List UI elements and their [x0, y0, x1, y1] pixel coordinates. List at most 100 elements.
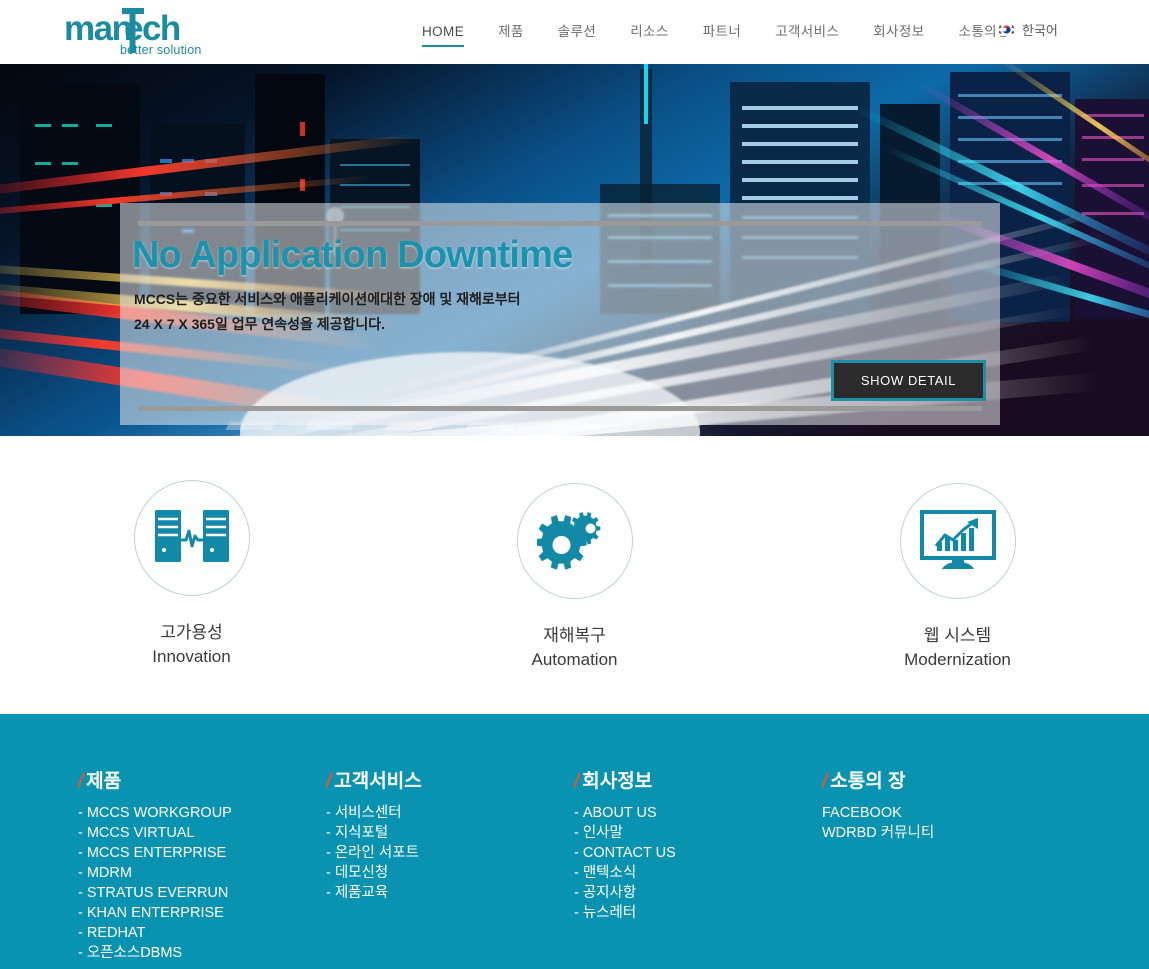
site-footer: / 제품 - MCCS WORKGROUP - MCCS VIRTUAL - MCCS… — [0, 714, 1149, 969]
footer-link-label: 제품교육 — [334, 885, 389, 901]
feature-icon-circle — [133, 480, 250, 596]
footer-link[interactable]: - 서비스센터 — [326, 803, 574, 823]
feature-high-availability: 고가용성 Innovation — [0, 436, 383, 714]
footer-link[interactable]: - KHAN ENTERPRISE — [78, 903, 326, 923]
feature-label-ko: 고가용성 — [160, 623, 223, 642]
footer-link[interactable]: - 인사말 — [574, 823, 822, 843]
footer-link[interactable]: - REDHAT — [78, 923, 326, 943]
servers-heartbeat-icon — [154, 510, 229, 562]
footer-link[interactable]: WDRBD 커뮤니티 — [822, 823, 1072, 843]
footer-link[interactable]: - MCCS VIRTUAL — [78, 823, 326, 843]
show-detail-label: SHOW DETAIL — [860, 373, 957, 388]
footer-link-label: REDHAT — [86, 925, 146, 941]
footer-link-label: 지식포털 — [334, 825, 389, 841]
footer-column-company-info: / 회사정보 - ABOUT US - 인사말 - CONTACT US - 맨텍소식 … — [571, 766, 822, 963]
footer-link-label: FACEBOOK — [822, 805, 902, 821]
hero-content-panel: No Application Downtime MCCS는 중요한 서비스와 애… — [120, 203, 1000, 425]
footer-link-label: MCCS VIRTUAL — [86, 825, 195, 841]
hero-banner: No Application Downtime MCCS는 중요한 서비스와 애… — [0, 64, 1149, 436]
footer-link-label: MCCS ENTERPRISE — [86, 845, 227, 861]
svg-text:better solution: better solution — [120, 43, 202, 57]
footer-link[interactable]: - 제품교육 — [326, 883, 574, 903]
nav-label: 회사정보 — [873, 24, 925, 39]
footer-link-label: 데모신청 — [334, 865, 389, 881]
main-navigation: HOME 제품 솔루션 리소스 파트너 고객서비스 회사정보 소통의장 — [405, 0, 1027, 64]
footer-link-label: MCCS WORKGROUP — [86, 805, 232, 821]
features-section: 고가용성 Innovation 재해복구 Automation 웹 시스템 Mo… — [0, 436, 1149, 714]
footer-link[interactable]: - 데모신청 — [326, 863, 574, 883]
nav-item-customer-service[interactable]: 고객서비스 — [758, 21, 856, 43]
footer-title-text: 회사정보 — [582, 771, 653, 792]
feature-icon-circle — [516, 483, 633, 599]
footer-link-label: STRATUS EVERRUN — [86, 885, 229, 901]
footer-link[interactable]: - 지식포털 — [326, 823, 574, 843]
feature-label: 재해복구 Automation — [532, 624, 618, 672]
nav-item-products[interactable]: 제품 — [481, 21, 541, 43]
nav-label: 고객서비스 — [775, 24, 840, 39]
footer-column-products: / 제품 - MCCS WORKGROUP - MCCS VIRTUAL - MCCS… — [75, 766, 326, 963]
language-selector[interactable]: 한국어 — [997, 20, 1058, 39]
slash-accent-icon: / — [819, 771, 830, 792]
footer-title-text: 고객서비스 — [334, 771, 422, 792]
footer-link[interactable]: FACEBOOK — [822, 803, 1072, 823]
feature-label: 웹 시스템 Modernization — [904, 624, 1011, 672]
language-label: 한국어 — [1022, 23, 1058, 38]
footer-link[interactable]: - 맨텍소식 — [574, 863, 822, 883]
nav-label: 솔루션 — [557, 24, 597, 39]
footer-columns: / 제품 - MCCS WORKGROUP - MCCS VIRTUAL - MCCS… — [75, 766, 1078, 963]
footer-link[interactable]: - 온라인 서포트 — [326, 843, 574, 863]
footer-link[interactable]: - 뉴스레터 — [574, 903, 822, 923]
nav-label: 파트너 — [702, 24, 742, 39]
footer-link[interactable]: - CONTACT US — [574, 843, 822, 863]
hero-subtitle-line-2: 24 X 7 X 365일 업무 연속성을 제공합니다. — [134, 316, 386, 332]
footer-title-text: 소통의 장 — [830, 771, 906, 792]
footer-link-label: 뉴스레터 — [582, 905, 637, 921]
slash-accent-icon: / — [571, 771, 582, 792]
mantech-logo[interactable]: man ech better solution — [62, 6, 242, 58]
nav-label: 리소스 — [630, 24, 669, 39]
footer-link-label: 공지사항 — [582, 885, 637, 901]
hero-title: No Application Downtime — [132, 234, 573, 276]
footer-link-label: MDRM — [86, 865, 132, 881]
footer-column-title: / 고객서비스 — [323, 766, 574, 793]
footer-link[interactable]: - 공지사항 — [574, 883, 822, 903]
nav-item-partners[interactable]: 파트너 — [686, 21, 758, 43]
nav-label: 제품 — [498, 24, 524, 39]
feature-label-en: Automation — [531, 650, 618, 669]
hero-divider-top — [138, 221, 982, 226]
footer-link[interactable]: - MDRM — [78, 863, 326, 883]
korea-flag-icon — [997, 23, 1016, 36]
nav-item-home[interactable]: HOME — [405, 21, 481, 47]
footer-link-label: ABOUT US — [582, 805, 657, 821]
footer-column-community: / 소통의 장 FACEBOOK WDRBD 커뮤니티 — [819, 766, 1072, 963]
footer-link[interactable]: - MCCS WORKGROUP — [78, 803, 326, 823]
footer-title-text: 제품 — [86, 771, 122, 792]
footer-column-title: / 소통의 장 — [819, 766, 1072, 793]
footer-column-title: / 회사정보 — [571, 766, 822, 793]
gears-icon — [536, 512, 600, 570]
site-header: man ech better solution HOME 제품 솔루션 리소스 … — [0, 0, 1149, 64]
nav-label: HOME — [422, 24, 465, 39]
footer-link-label: 오픈소스DBMS — [86, 945, 183, 961]
feature-label-en: Modernization — [904, 650, 1011, 669]
slash-accent-icon: / — [323, 771, 334, 792]
show-detail-button[interactable]: SHOW DETAIL — [831, 360, 986, 401]
hero-divider-bottom — [138, 406, 982, 411]
feature-label-ko: 재해복구 — [543, 626, 606, 645]
footer-link-label: KHAN ENTERPRISE — [86, 905, 224, 921]
hero-subtitle-line-1: MCCS는 중요한 서비스와 애플리케이션에대한 장애 및 재해로부터 — [134, 291, 521, 307]
feature-web-system: 웹 시스템 Modernization — [766, 436, 1149, 714]
footer-link-label: 서비스센터 — [334, 805, 402, 821]
footer-link-label: CONTACT US — [582, 845, 676, 861]
footer-link[interactable]: - STRATUS EVERRUN — [78, 883, 326, 903]
footer-link-label: 맨텍소식 — [582, 865, 637, 881]
footer-link[interactable]: - 오픈소스DBMS — [78, 943, 326, 963]
footer-link[interactable]: - ABOUT US — [574, 803, 822, 823]
slash-accent-icon: / — [75, 771, 86, 792]
footer-link[interactable]: - MCCS ENTERPRISE — [78, 843, 326, 863]
nav-item-company-info[interactable]: 회사정보 — [856, 21, 941, 43]
nav-item-resources[interactable]: 리소스 — [613, 21, 685, 43]
feature-label: 고가용성 Innovation — [152, 621, 230, 669]
footer-link-label: 온라인 서포트 — [334, 845, 419, 861]
nav-item-solutions[interactable]: 솔루션 — [541, 21, 613, 43]
